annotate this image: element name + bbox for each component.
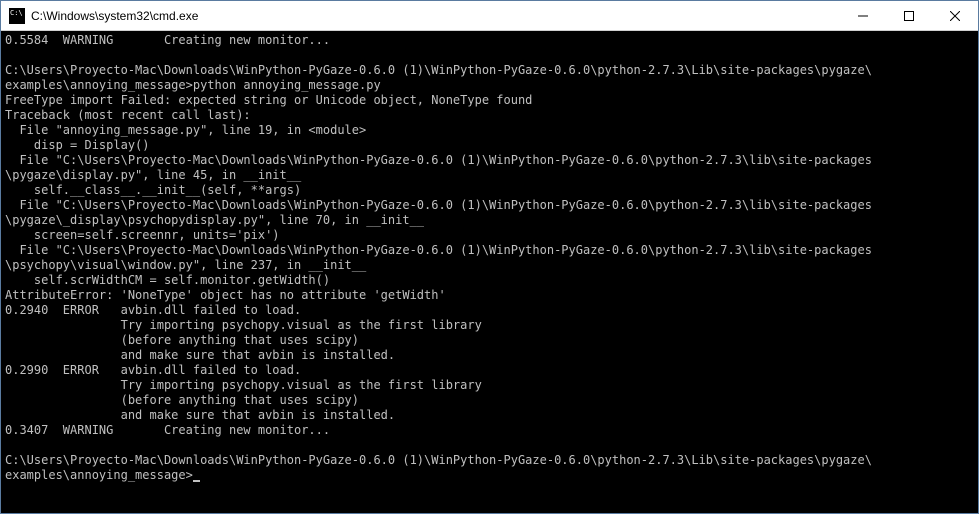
terminal-output[interactable]: 0.5584 WARNING Creating new monitor... C… bbox=[1, 31, 978, 513]
terminal-line: Try importing psychopy.visual as the fir… bbox=[5, 318, 974, 333]
terminal-line: 0.5584 WARNING Creating new monitor... bbox=[5, 33, 974, 48]
close-icon bbox=[950, 11, 960, 21]
terminal-line: File "C:\Users\Proyecto-Mac\Downloads\Wi… bbox=[5, 243, 974, 258]
window-titlebar: C:\Windows\system32\cmd.exe bbox=[1, 1, 978, 31]
cmd-icon bbox=[9, 8, 25, 24]
terminal-line: screen=self.screennr, units='pix') bbox=[5, 228, 974, 243]
terminal-line bbox=[5, 438, 974, 453]
cursor bbox=[193, 480, 200, 482]
terminal-line: File "annoying_message.py", line 19, in … bbox=[5, 123, 974, 138]
window-controls bbox=[840, 1, 978, 30]
terminal-line: FreeType import Failed: expected string … bbox=[5, 93, 974, 108]
terminal-line: AttributeError: 'NoneType' object has no… bbox=[5, 288, 974, 303]
terminal-line bbox=[5, 48, 974, 63]
terminal-line: C:\Users\Proyecto-Mac\Downloads\WinPytho… bbox=[5, 63, 974, 78]
window-title: C:\Windows\system32\cmd.exe bbox=[31, 9, 840, 23]
terminal-line: (before anything that uses scipy) bbox=[5, 393, 974, 408]
maximize-icon bbox=[904, 11, 914, 21]
terminal-line: C:\Users\Proyecto-Mac\Downloads\WinPytho… bbox=[5, 453, 974, 468]
terminal-line: examples\annoying_message>python annoyin… bbox=[5, 78, 974, 93]
terminal-line: File "C:\Users\Proyecto-Mac\Downloads\Wi… bbox=[5, 198, 974, 213]
terminal-line: 0.2940 ERROR avbin.dll failed to load. bbox=[5, 303, 974, 318]
terminal-line: and make sure that avbin is installed. bbox=[5, 408, 974, 423]
terminal-line: (before anything that uses scipy) bbox=[5, 333, 974, 348]
minimize-button[interactable] bbox=[840, 1, 886, 30]
terminal-line: 0.2990 ERROR avbin.dll failed to load. bbox=[5, 363, 974, 378]
terminal-line: disp = Display() bbox=[5, 138, 974, 153]
terminal-line: and make sure that avbin is installed. bbox=[5, 348, 974, 363]
minimize-icon bbox=[858, 11, 868, 21]
terminal-line: 0.3407 WARNING Creating new monitor... bbox=[5, 423, 974, 438]
terminal-line: Try importing psychopy.visual as the fir… bbox=[5, 378, 974, 393]
prompt: examples\annoying_message> bbox=[5, 468, 193, 482]
close-button[interactable] bbox=[932, 1, 978, 30]
terminal-line: Traceback (most recent call last): bbox=[5, 108, 974, 123]
terminal-line: File "C:\Users\Proyecto-Mac\Downloads\Wi… bbox=[5, 153, 974, 168]
terminal-line: self.scrWidthCM = self.monitor.getWidth(… bbox=[5, 273, 974, 288]
terminal-line: \pygaze\display.py", line 45, in __init_… bbox=[5, 168, 974, 183]
terminal-line: \psychopy\visual\window.py", line 237, i… bbox=[5, 258, 974, 273]
terminal-line: self.__class__.__init__(self, **args) bbox=[5, 183, 974, 198]
terminal-line: \pygaze\_display\psychopydisplay.py", li… bbox=[5, 213, 974, 228]
maximize-button[interactable] bbox=[886, 1, 932, 30]
